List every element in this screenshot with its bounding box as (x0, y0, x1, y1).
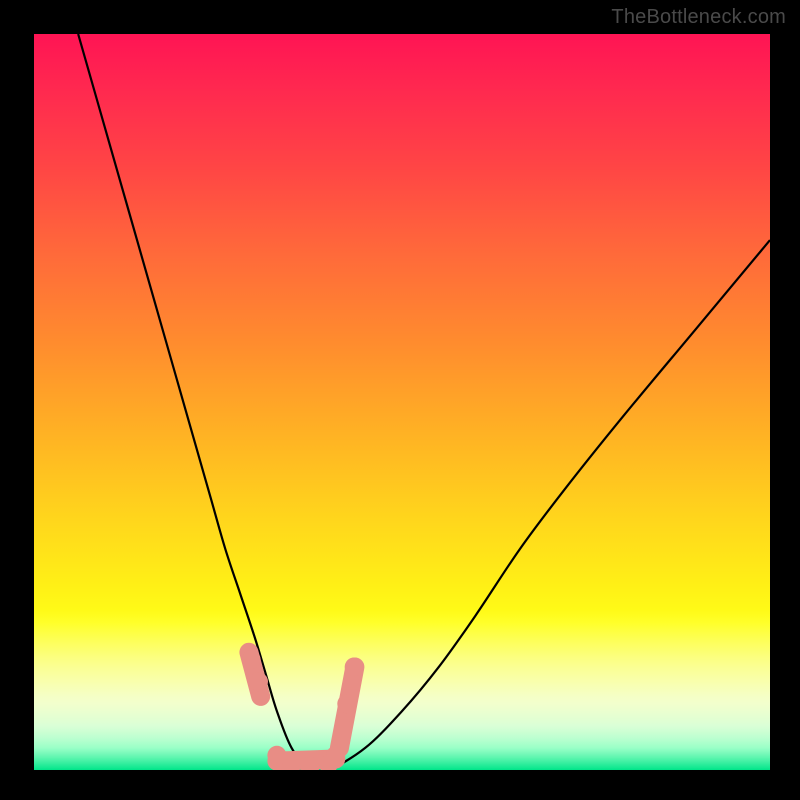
marker-dot (249, 672, 268, 691)
watermark-text: TheBottleneck.com (611, 6, 786, 29)
chart-svg (34, 34, 770, 770)
marker-dot (337, 694, 356, 713)
marker-dot (326, 746, 345, 765)
marker-dot (345, 657, 364, 676)
bottleneck-curve-path (78, 34, 770, 770)
marker-dot (242, 650, 261, 669)
bottleneck-chart (34, 34, 770, 770)
